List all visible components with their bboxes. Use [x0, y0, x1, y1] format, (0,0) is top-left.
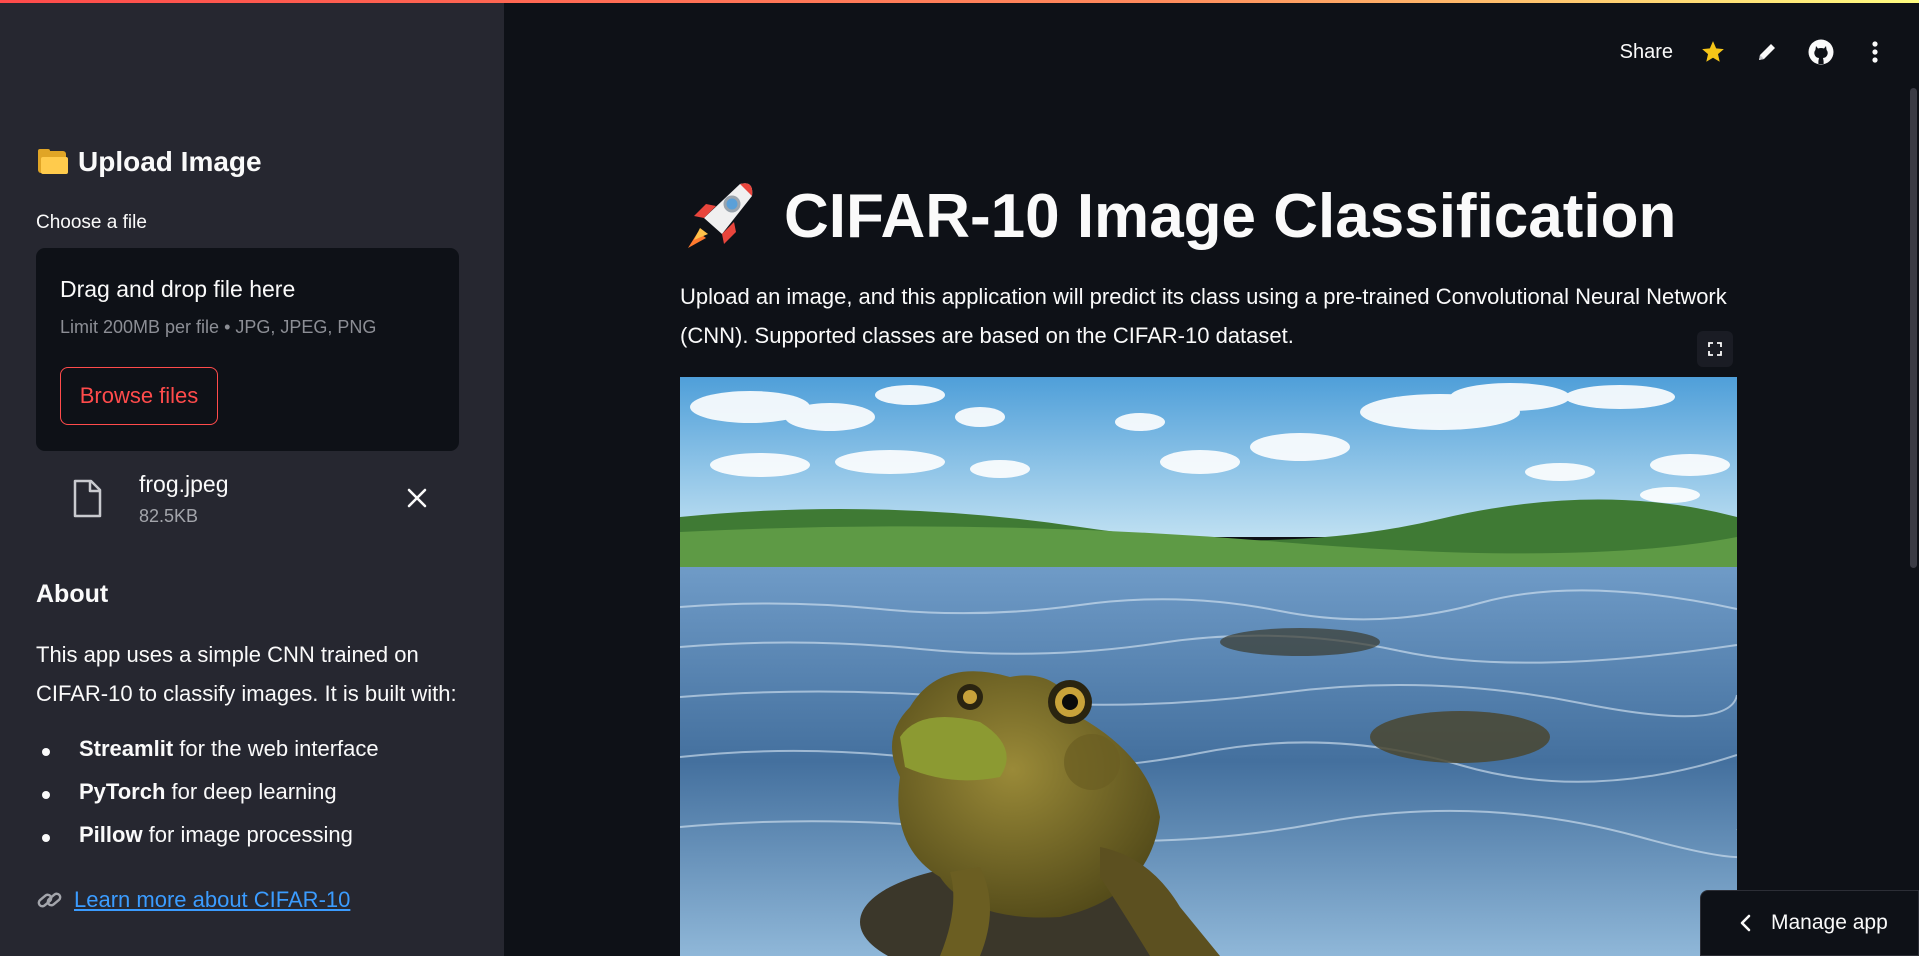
- close-icon[interactable]: [404, 485, 430, 511]
- folder-icon: [36, 149, 68, 175]
- manage-app-button[interactable]: Manage app: [1700, 890, 1919, 956]
- choose-file-label: Choose a file: [36, 212, 147, 233]
- chevron-left-icon: [1740, 914, 1751, 932]
- header-toolbar: Share: [1620, 38, 1889, 66]
- sidebar-title-text: Upload Image: [78, 146, 262, 177]
- sidebar-title: Upload Image: [36, 146, 262, 178]
- share-button[interactable]: Share: [1620, 41, 1673, 64]
- browse-files-button[interactable]: Browse files: [60, 367, 218, 425]
- list-item-bold: Streamlit: [79, 736, 174, 761]
- about-heading: About: [36, 580, 109, 608]
- star-icon[interactable]: [1699, 38, 1727, 66]
- list-item-text: for deep learning: [165, 779, 337, 804]
- dropzone-limit-text: Limit 200MB per file • JPG, JPEG, PNG: [60, 317, 377, 337]
- about-text: This app uses a simple CNN trained on CI…: [36, 642, 457, 706]
- list-item: PyTorch for deep learning: [36, 779, 379, 822]
- file-icon: [73, 479, 102, 518]
- list-item: Streamlit for the web interface: [36, 736, 379, 779]
- list-item-text: for the web interface: [173, 736, 379, 761]
- file-name: frog.jpeg: [139, 471, 229, 497]
- list-item-bold: Pillow: [79, 822, 143, 847]
- cifar-link-row: Learn more about CIFAR-10: [36, 887, 350, 913]
- list-item: Pillow for image processing: [36, 822, 379, 865]
- about-list: Streamlit for the web interface PyTorch …: [36, 736, 379, 865]
- dropzone-title: Drag and drop file here: [60, 276, 296, 302]
- sidebar: Upload Image Choose a file Drag and drop…: [0, 3, 504, 956]
- manage-app-label: Manage app: [1771, 911, 1888, 934]
- page-title-text: CIFAR-10 Image Classification: [784, 181, 1677, 251]
- more-vertical-icon[interactable]: [1861, 38, 1889, 66]
- pencil-icon[interactable]: [1753, 38, 1781, 66]
- link-icon: [37, 892, 62, 908]
- scrollbar[interactable]: [1910, 88, 1917, 568]
- list-item-text: for image processing: [142, 822, 353, 847]
- expand-icon: [1708, 342, 1722, 356]
- uploaded-frog-image: [680, 377, 1737, 956]
- file-size: 82.5KB: [139, 506, 199, 526]
- list-item-bold: PyTorch: [79, 779, 166, 804]
- rocket-icon: [688, 183, 753, 248]
- uploaded-file: frog.jpeg 82.5KB: [36, 465, 459, 535]
- github-icon[interactable]: [1807, 38, 1835, 66]
- learn-more-link[interactable]: Learn more about CIFAR-10: [74, 887, 350, 913]
- fullscreen-button[interactable]: [1697, 331, 1733, 367]
- file-dropzone[interactable]: Drag and drop file here Limit 200MB per …: [36, 248, 459, 451]
- page-description: Upload an image, and this application wi…: [680, 284, 1727, 348]
- page-title: CIFAR-10 Image Classification: [680, 176, 1676, 256]
